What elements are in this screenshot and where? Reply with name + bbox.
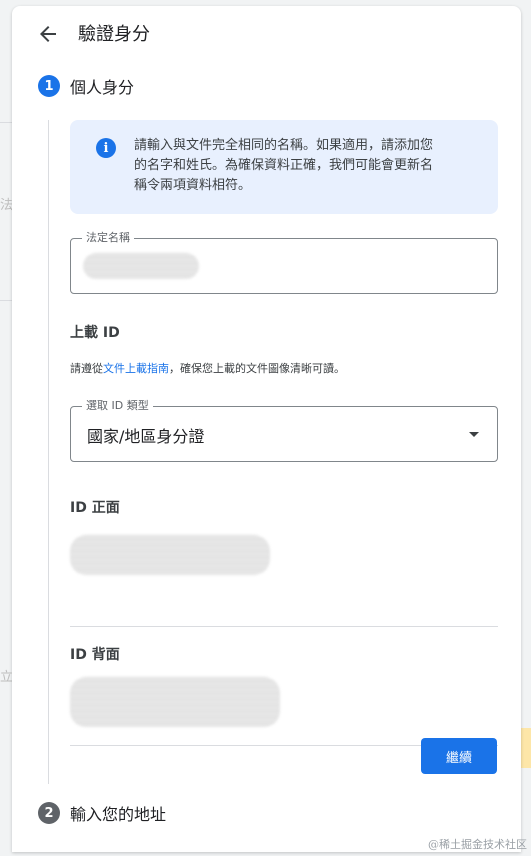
info-line: 稱令兩項資料相符。	[134, 178, 252, 193]
id-back-heading: ID 背面	[70, 647, 120, 663]
id-back-section: ID 背面	[70, 627, 498, 746]
legal-name-field[interactable]: 法定名稱	[70, 230, 498, 294]
id-front-section: ID 正面	[70, 489, 498, 627]
step-title: 輸入您的地址	[70, 805, 167, 824]
step-content: i 請輸入與文件完全相同的名稱。如果適用，請添加您 的名字和姓氏。為確保資料正確…	[70, 120, 498, 746]
upload-id-heading: 上載 ID	[70, 325, 120, 341]
step-personal-identity: 1 個人身分	[38, 74, 134, 98]
id-type-select[interactable]: 選取 ID 類型 國家/地區身分證	[70, 398, 498, 462]
guide-prefix: 請遵從	[70, 362, 103, 375]
info-text: 請輸入與文件完全相同的名稱。如果適用，請添加您 的名字和姓氏。為確保資料正確，我…	[134, 136, 478, 196]
redacted-id-front-upload	[70, 535, 270, 575]
step-address[interactable]: 2 輸入您的地址	[38, 801, 166, 825]
arrow-left-icon[interactable]	[36, 22, 60, 46]
info-icon: i	[96, 138, 116, 158]
verify-identity-panel: 驗證身分 1 個人身分 i 請輸入與文件完全相同的名稱。如果適用，請添加您 的名…	[12, 6, 521, 852]
id-type-label: 選取 ID 類型	[82, 398, 153, 414]
redacted-name-value	[83, 253, 199, 279]
id-front-heading: ID 正面	[70, 500, 120, 516]
info-line: 請輸入與文件完全相同的名稱。如果適用，請添加您	[134, 138, 434, 153]
page-title: 驗證身分	[78, 24, 150, 45]
continue-button[interactable]: 繼續	[421, 738, 497, 774]
watermark-text: @稀土掘金技术社区	[428, 838, 527, 851]
info-line: 的名字和姓氏。為確保資料正確，我們可能會更新名	[134, 158, 434, 173]
step-rail	[48, 120, 49, 784]
upload-guide-link[interactable]: 文件上載指南	[103, 362, 169, 375]
step-title: 個人身分	[70, 78, 135, 97]
redacted-id-back-upload	[70, 677, 280, 727]
dropdown-caret-icon	[469, 432, 479, 437]
panel-header: 驗證身分	[12, 6, 521, 58]
id-type-value: 國家/地區身分證	[87, 427, 205, 446]
upload-guide-text: 請遵從文件上載指南，確保您上載的文件圖像清晰可讀。	[70, 360, 498, 376]
legal-name-label: 法定名稱	[82, 230, 134, 246]
guide-suffix: ，確保您上載的文件圖像清晰可讀。	[169, 362, 345, 375]
step-number-badge: 2	[38, 802, 60, 824]
step-number-badge: 1	[38, 75, 60, 97]
info-banner: i 請輸入與文件完全相同的名稱。如果適用，請添加您 的名字和姓氏。為確保資料正確…	[70, 120, 498, 214]
